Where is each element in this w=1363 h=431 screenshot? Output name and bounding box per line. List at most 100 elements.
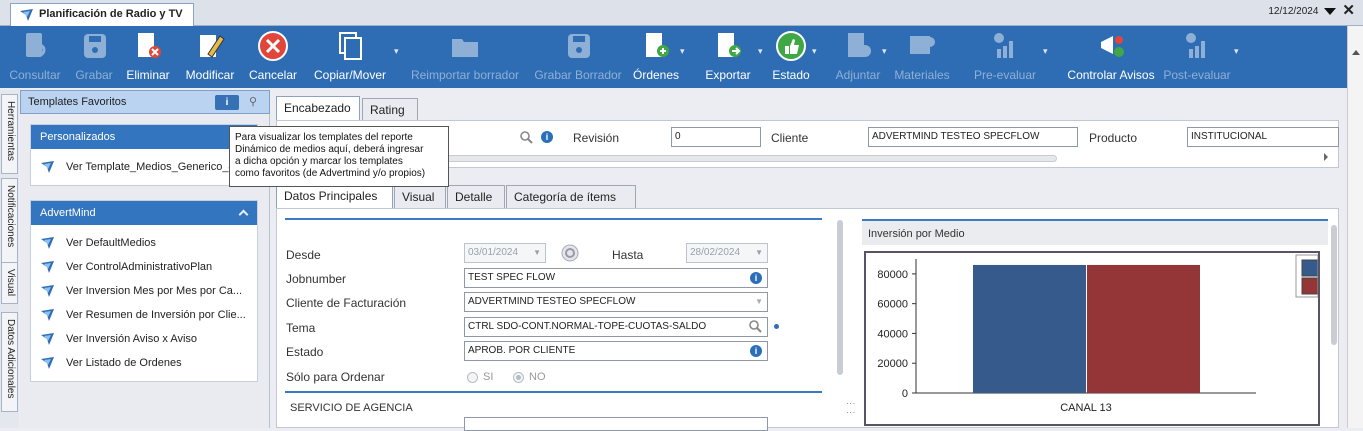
cliente-field[interactable]: ADVERTMIND TESTEO SPECFLOW — [868, 127, 1078, 147]
side-tab-herramientas[interactable]: Herramientas — [1, 94, 18, 174]
toolbar-button-consultar[interactable]: Consultar — [0, 26, 70, 88]
tab-detalle[interactable]: Detalle — [447, 185, 505, 209]
list-item[interactable]: Ver Template_Medios_Generico_4 — [31, 155, 257, 179]
list-item[interactable]: Ver Inversión Aviso x Aviso — [31, 327, 257, 351]
tab-visual[interactable]: Visual — [394, 185, 446, 209]
dropdown-arrow-icon[interactable]: ▾ — [1234, 46, 1239, 57]
side-tab-strip: Herramientas Notificaciones Visual Datos… — [0, 90, 19, 428]
toolbar-button-post-evaluar[interactable]: Post-evaluar ▾ — [1158, 26, 1239, 88]
window-scrollbar[interactable] — [1347, 26, 1363, 428]
radio-no-label: NO — [529, 371, 546, 383]
orders-icon — [646, 33, 669, 57]
toolbar-button-cancelar[interactable]: Cancelar — [246, 26, 300, 88]
delete-document-icon — [138, 33, 161, 58]
tab-encabezado[interactable]: Encabezado — [276, 96, 360, 121]
tab-rating[interactable]: Rating — [362, 98, 418, 121]
tab-categoria-items[interactable]: Categoría de ítems — [506, 185, 636, 209]
info-icon[interactable]: i — [750, 345, 762, 357]
toolbar-button-órdenes[interactable]: Órdenes ▾ — [630, 26, 685, 88]
toolbar-button-pre-evaluar[interactable]: Pre-evaluar ▾ — [965, 26, 1048, 88]
revision-field[interactable]: 0 — [671, 127, 761, 147]
chart-panel-title: Inversión por Medio — [868, 228, 965, 240]
list-item[interactable]: Ver Listado de Ordenes — [31, 351, 257, 375]
scroll-up-arrow-icon[interactable] — [1352, 50, 1360, 55]
x-tick-label: CANAL 13 — [1060, 402, 1112, 414]
hasta-date-picker[interactable]: 28/02/2024 ▼ — [686, 243, 768, 263]
radio-si[interactable] — [467, 372, 478, 383]
toolbar-button-modificar[interactable]: Modificar — [176, 26, 244, 88]
toolbar-button-label: Órdenes — [632, 68, 680, 82]
chart-scrollbar[interactable] — [1331, 225, 1337, 345]
copy-icon — [339, 32, 362, 60]
toolbar-button-materiales[interactable]: Materiales — [890, 26, 954, 88]
list-item-label: Ver Inversion Mes por Mes por Ca... — [66, 285, 243, 297]
group-header[interactable]: AdvertMind — [31, 201, 257, 225]
group-header[interactable]: Personalizados — [31, 125, 257, 149]
chart-panel-header: Inversión por Medio — [862, 219, 1328, 245]
toolbar-button-label: Post-evaluar — [1163, 68, 1231, 82]
window-title: Planificación de Radio y TV — [39, 8, 183, 20]
tab-datos-principales[interactable]: Datos Principales — [276, 184, 393, 209]
toolbar-button-estado[interactable]: Estado ▾ — [768, 26, 817, 88]
producto-field[interactable]: INSTITUCIONAL — [1187, 127, 1339, 147]
toolbar-button-exportar[interactable]: Exportar ▾ — [696, 26, 763, 88]
group-name: Personalizados — [40, 131, 116, 143]
dropdown-arrow-icon[interactable] — [1324, 7, 1337, 15]
jobnumber-field[interactable]: TEST SPEC FLOW — [464, 268, 768, 288]
list-item[interactable]: Ver DefaultMedios — [31, 231, 257, 255]
producto-label: Producto — [1089, 131, 1138, 145]
side-tab-notificaciones[interactable]: Notificaciones — [1, 178, 18, 266]
close-icon[interactable]: ✕ — [1342, 3, 1355, 18]
estado-field[interactable]: APROB. POR CLIENTE — [464, 341, 768, 361]
toolbar-button-label: Eliminar — [126, 68, 170, 82]
horizontal-scrollbar[interactable] — [427, 155, 1057, 162]
toolbar-button-copiar-mover[interactable]: Copiar/Mover ▾ — [304, 26, 399, 88]
radio-no[interactable] — [513, 372, 524, 383]
dropdown-arrow-icon[interactable]: ▾ — [882, 46, 887, 57]
servicio-field[interactable] — [464, 417, 768, 431]
cliente-facturacion-select[interactable]: ADVERTMIND TESTEO SPECFLOW ▼ — [464, 292, 768, 312]
side-tab-label: Notificaciones — [5, 185, 16, 248]
template-icon — [41, 237, 54, 249]
info-button[interactable]: i — [215, 95, 239, 110]
tema-field[interactable]: CTRL SDO-CONT.NORMAL-TOPE-CUOTAS-SALDO — [464, 317, 768, 337]
dropdown-arrow-icon[interactable]: ▾ — [1043, 46, 1048, 57]
tooltip-line: a dicha opción y marcar los templates — [235, 156, 403, 167]
list-item[interactable]: Ver ControlAdministrativoPlan — [31, 255, 257, 279]
toolbar-button-eliminar[interactable]: Eliminar — [120, 26, 176, 88]
search-icon[interactable] — [749, 320, 762, 333]
dropdown-arrow-icon[interactable]: ▾ — [394, 46, 399, 57]
toolbar-button-controlar-avisos[interactable]: Controlar Avisos — [1057, 26, 1165, 88]
info-icon[interactable]: i — [541, 131, 553, 143]
form-scrollbar[interactable] — [837, 220, 843, 375]
pin-icon[interactable]: ⚲ — [249, 91, 257, 113]
toolbar-button-grabar-borrador[interactable]: Grabar Borrador — [528, 26, 628, 88]
scroll-right-arrow-icon[interactable] — [1324, 153, 1328, 161]
app-logo-icon — [20, 9, 33, 21]
search-icon[interactable] — [520, 131, 533, 144]
toolbar-button-adjuntar[interactable]: Adjuntar ▾ — [832, 26, 887, 88]
toolbar-button-reimportar-borrador[interactable]: Reimportar borrador — [405, 26, 525, 88]
desde-label: Desde — [286, 248, 321, 262]
splitter-grip[interactable]: ⋮⋮ — [846, 399, 856, 417]
tema-label: Tema — [286, 321, 316, 335]
list-item[interactable]: Ver Resumen de Inversión por Clie... — [31, 303, 257, 327]
toolbar-button-label: Controlar Avisos — [1067, 68, 1155, 82]
toolbar-button-label: Grabar Borrador — [534, 68, 622, 82]
group-advertmind: AdvertMind Ver DefaultMedios Ver ControlA… — [30, 200, 258, 382]
desde-date-picker[interactable]: 03/01/2024 ▼ — [464, 243, 546, 263]
favorites-title: Templates Favoritos — [28, 96, 127, 108]
collapse-chevron-icon[interactable] — [238, 209, 249, 220]
toolbar-button-grabar[interactable]: Grabar — [70, 26, 118, 88]
list-item[interactable]: Ver Inversion Mes por Mes por Ca... — [31, 279, 257, 303]
dropdown-arrow-icon[interactable]: ▾ — [758, 46, 763, 57]
info-icon[interactable]: i — [750, 272, 762, 284]
date-area: 12/12/2024 ✕ — [1268, 3, 1355, 18]
side-tab-datos-adicionales[interactable]: Datos Adicionales — [1, 312, 18, 412]
dropdown-arrow-icon[interactable]: ▾ — [680, 46, 685, 57]
refresh-icon[interactable] — [561, 244, 579, 262]
side-tab-visual[interactable]: Visual — [1, 262, 18, 304]
window-tab[interactable]: Planificación de Radio y TV — [10, 3, 194, 26]
dropdown-arrow-icon[interactable]: ▾ — [812, 46, 817, 57]
window-titlebar: Planificación de Radio y TV 12/12/2024 ✕ — [0, 0, 1363, 26]
